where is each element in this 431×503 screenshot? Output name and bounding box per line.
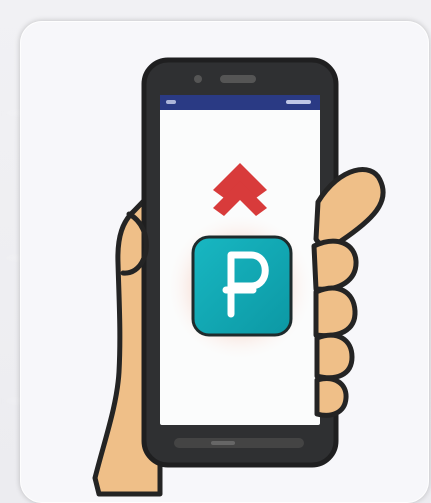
status-bar-indicators — [286, 100, 311, 104]
background: ₽ — [0, 0, 431, 503]
ring-finger — [314, 332, 355, 381]
middle-finger — [313, 285, 358, 339]
little-finger — [314, 376, 349, 418]
currency-symbol: ₽ — [0, 0, 1, 1]
speaker-grille — [220, 75, 256, 83]
home-indicator — [211, 441, 235, 445]
status-bar-left-indicator — [166, 100, 176, 104]
hand-fingers — [311, 167, 386, 418]
phone-bottom-bar — [174, 438, 304, 448]
front-camera-icon — [194, 75, 202, 83]
index-finger — [311, 238, 359, 292]
hand-holding-phone-illustration — [92, 57, 386, 497]
